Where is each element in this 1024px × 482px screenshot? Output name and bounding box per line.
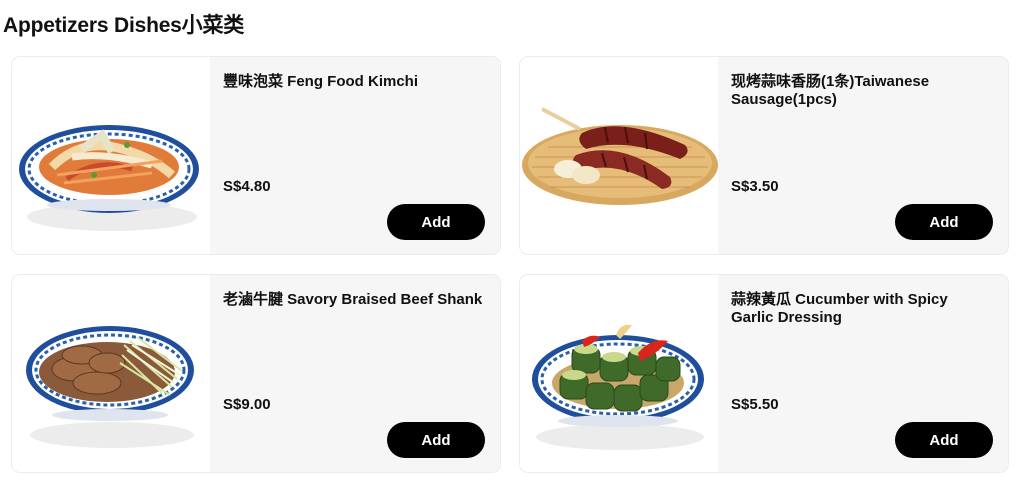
item-name: 现烤蒜味香肠(1条)Taiwanese Sausage(1pcs)	[731, 73, 930, 108]
menu-grid: 豐味泡菜 Feng Food Kimchi S$4.80 Add 现烤蒜味香肠(…	[12, 57, 1008, 472]
menu-item-card[interactable]: 豐味泡菜 Feng Food Kimchi S$4.80 Add	[12, 57, 500, 254]
menu-item-card[interactable]: 老滷牛腱 Savory Braised Beef Shank S$9.00 Ad…	[12, 275, 500, 472]
kimchi-bowl-image[interactable]	[12, 57, 210, 254]
add-button[interactable]: Add	[387, 422, 485, 458]
item-price: S$3.50	[731, 178, 779, 195]
add-button[interactable]: Add	[387, 204, 485, 240]
item-name: 蒜辣黃瓜 Cucumber with Spicy Garlic Dressing	[731, 291, 948, 326]
cucumber-bowl-image[interactable]	[520, 275, 718, 472]
menu-item-card[interactable]: 蒜辣黃瓜 Cucumber with Spicy Garlic Dressing…	[520, 275, 1008, 472]
item-name: 老滷牛腱 Savory Braised Beef Shank	[223, 291, 483, 308]
section-title: Appetizers Dishes小菜类	[3, 14, 245, 37]
beef-shank-bowl-image[interactable]	[12, 275, 210, 472]
item-price: S$5.50	[731, 396, 779, 413]
sausage-tray-image[interactable]	[520, 57, 718, 254]
menu-page: Appetizers Dishes小菜类 豐味泡菜 Feng Food Kimc…	[0, 0, 1024, 482]
item-name: 豐味泡菜 Feng Food Kimchi	[223, 73, 418, 90]
item-price: S$4.80	[223, 178, 271, 195]
add-button[interactable]: Add	[895, 422, 993, 458]
menu-item-card[interactable]: 现烤蒜味香肠(1条)Taiwanese Sausage(1pcs) S$3.50…	[520, 57, 1008, 254]
add-button[interactable]: Add	[895, 204, 993, 240]
item-price: S$9.00	[223, 396, 271, 413]
